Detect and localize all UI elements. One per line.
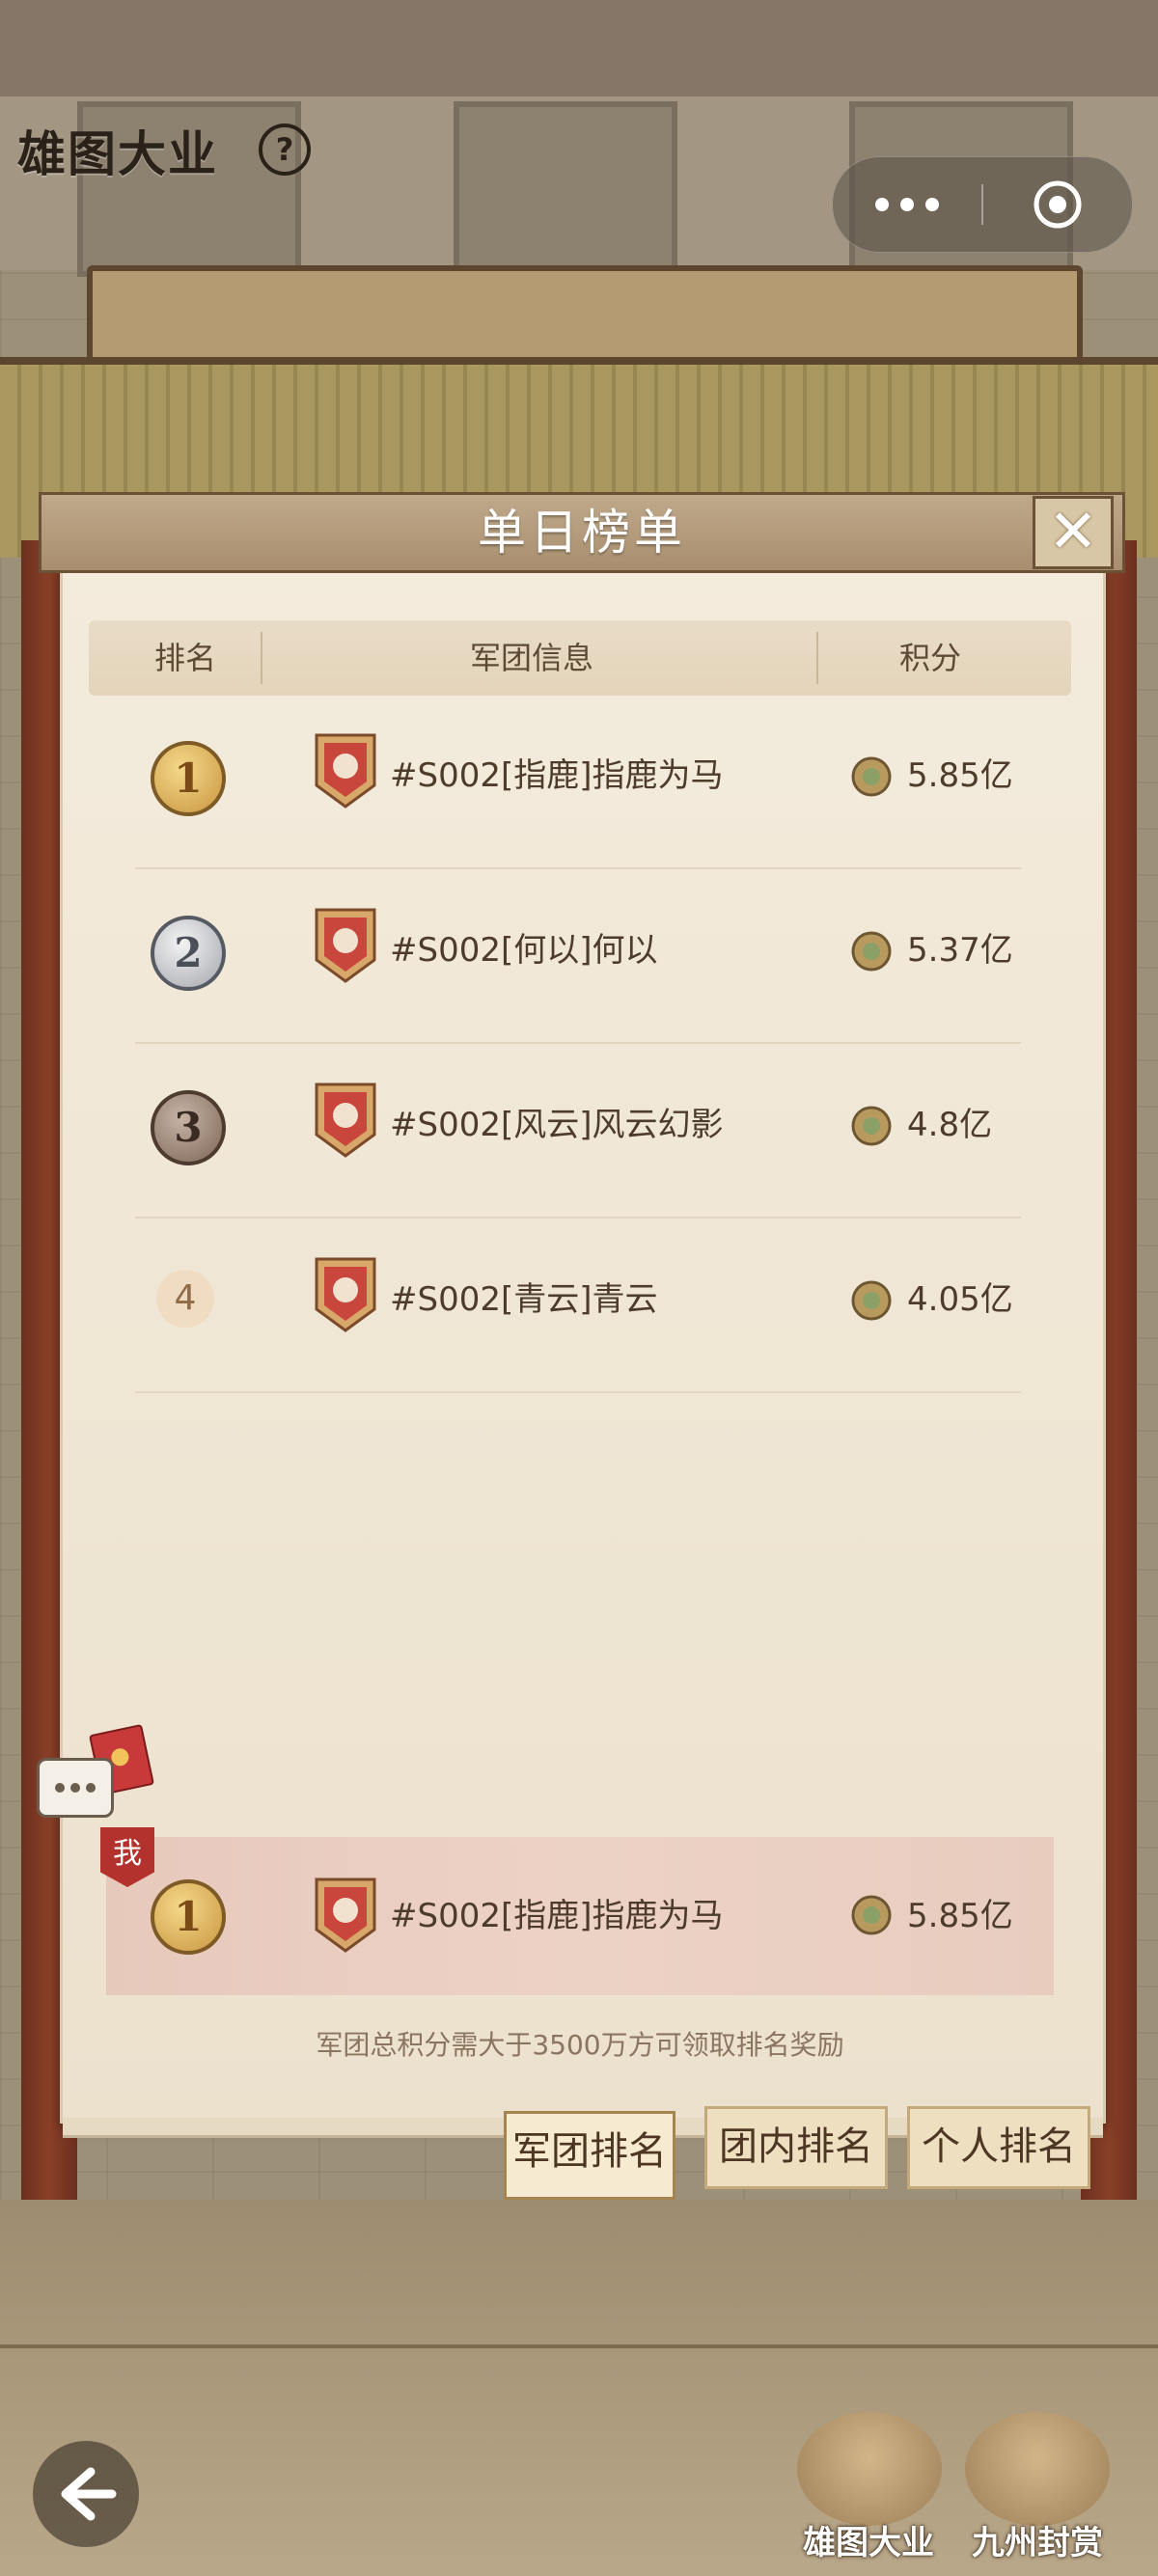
dot bbox=[86, 1783, 96, 1793]
column-rank: 排名 bbox=[154, 640, 217, 676]
rank-number-badge: 4 bbox=[156, 1270, 214, 1328]
coin-icon bbox=[851, 1280, 892, 1321]
mini-program-capsule bbox=[832, 156, 1133, 253]
score-value: 5.37亿 bbox=[907, 931, 1013, 970]
nav-label-jiuzhou[interactable]: 九州封赏 bbox=[951, 2516, 1124, 2563]
column-score: 积分 bbox=[899, 640, 962, 676]
gold-medal-icon: 1 bbox=[151, 741, 226, 816]
table-row[interactable]: 4 #S002[青云]青云 4.05亿 bbox=[135, 1217, 1021, 1393]
close-button[interactable]: ✕ bbox=[1033, 496, 1114, 569]
app-title: 雄图大业 bbox=[17, 125, 218, 182]
gold-medal-icon: 1 bbox=[151, 1879, 226, 1955]
tab-personal-rank[interactable]: 个人排名 bbox=[907, 2106, 1090, 2189]
coin-icon bbox=[851, 1106, 892, 1146]
my-legion-row[interactable]: 1 #S002[指鹿]指鹿为马 5.85亿 bbox=[106, 1837, 1054, 1995]
more-menu-button[interactable] bbox=[833, 157, 981, 252]
arrow-left-icon bbox=[61, 2467, 117, 2521]
team-name: #S002[风云]风云幻影 bbox=[390, 1106, 724, 1144]
legion-emblem-icon bbox=[315, 1082, 376, 1158]
legion-emblem-icon bbox=[315, 733, 376, 808]
column-header: 排名 军团信息 积分 bbox=[89, 620, 1071, 696]
window bbox=[454, 101, 677, 277]
legion-emblem-icon bbox=[315, 1877, 376, 1953]
score-value: 5.85亿 bbox=[907, 1897, 1013, 1935]
legion-emblem-icon bbox=[315, 908, 376, 983]
coin-icon bbox=[851, 756, 892, 797]
nav-label-xiongtu[interactable]: 雄图大业 bbox=[782, 2516, 955, 2563]
team-name: #S002[何以]何以 bbox=[390, 931, 658, 970]
legion-emblem-icon bbox=[315, 1257, 376, 1332]
column-separator bbox=[816, 632, 818, 684]
close-miniprogram-icon[interactable] bbox=[1032, 178, 1084, 231]
help-icon[interactable]: ? bbox=[259, 123, 311, 176]
bronze-medal-icon: 3 bbox=[151, 1090, 226, 1165]
dot bbox=[70, 1783, 80, 1793]
dot bbox=[925, 198, 939, 211]
tab-in-legion-rank[interactable]: 团内排名 bbox=[704, 2106, 888, 2189]
treasure-chest-icon[interactable] bbox=[965, 2412, 1110, 2526]
panel-header: 单日榜单 bbox=[39, 492, 1125, 573]
book-icon[interactable] bbox=[797, 2412, 942, 2526]
capsule-divider bbox=[981, 184, 983, 225]
back-button[interactable] bbox=[33, 2441, 139, 2547]
table-row[interactable]: 2 #S002[何以]何以 5.37亿 bbox=[135, 867, 1021, 1044]
ground-line bbox=[0, 2344, 1158, 2348]
silver-medal-icon: 2 bbox=[151, 916, 226, 991]
dot bbox=[875, 198, 889, 211]
score-value: 4.05亿 bbox=[907, 1280, 1013, 1319]
panel-title: 单日榜单 bbox=[478, 505, 686, 561]
team-name: #S002[青云]青云 bbox=[390, 1280, 658, 1319]
dot bbox=[55, 1783, 65, 1793]
score-value: 4.8亿 bbox=[907, 1106, 993, 1144]
column-separator bbox=[261, 632, 262, 684]
sky bbox=[0, 0, 1158, 106]
table-row[interactable]: 3 #S002[风云]风云幻影 4.8亿 bbox=[135, 1042, 1021, 1219]
coin-icon bbox=[851, 931, 892, 972]
chat-icon[interactable] bbox=[37, 1758, 114, 1818]
team-name: #S002[指鹿]指鹿为马 bbox=[390, 756, 724, 795]
team-name: #S002[指鹿]指鹿为马 bbox=[390, 1897, 724, 1935]
reward-note: 军团总积分需大于3500万方可领取排名奖励 bbox=[316, 2029, 844, 2061]
coin-icon bbox=[851, 1895, 892, 1935]
roof-beam bbox=[87, 265, 1083, 364]
dot bbox=[900, 198, 914, 211]
tab-legion-rank[interactable]: 军团排名 bbox=[504, 2111, 676, 2200]
table-row[interactable]: 1 #S002[指鹿]指鹿为马 5.85亿 bbox=[135, 693, 1021, 869]
column-team: 军团信息 bbox=[470, 640, 594, 676]
score-value: 5.85亿 bbox=[907, 756, 1013, 795]
